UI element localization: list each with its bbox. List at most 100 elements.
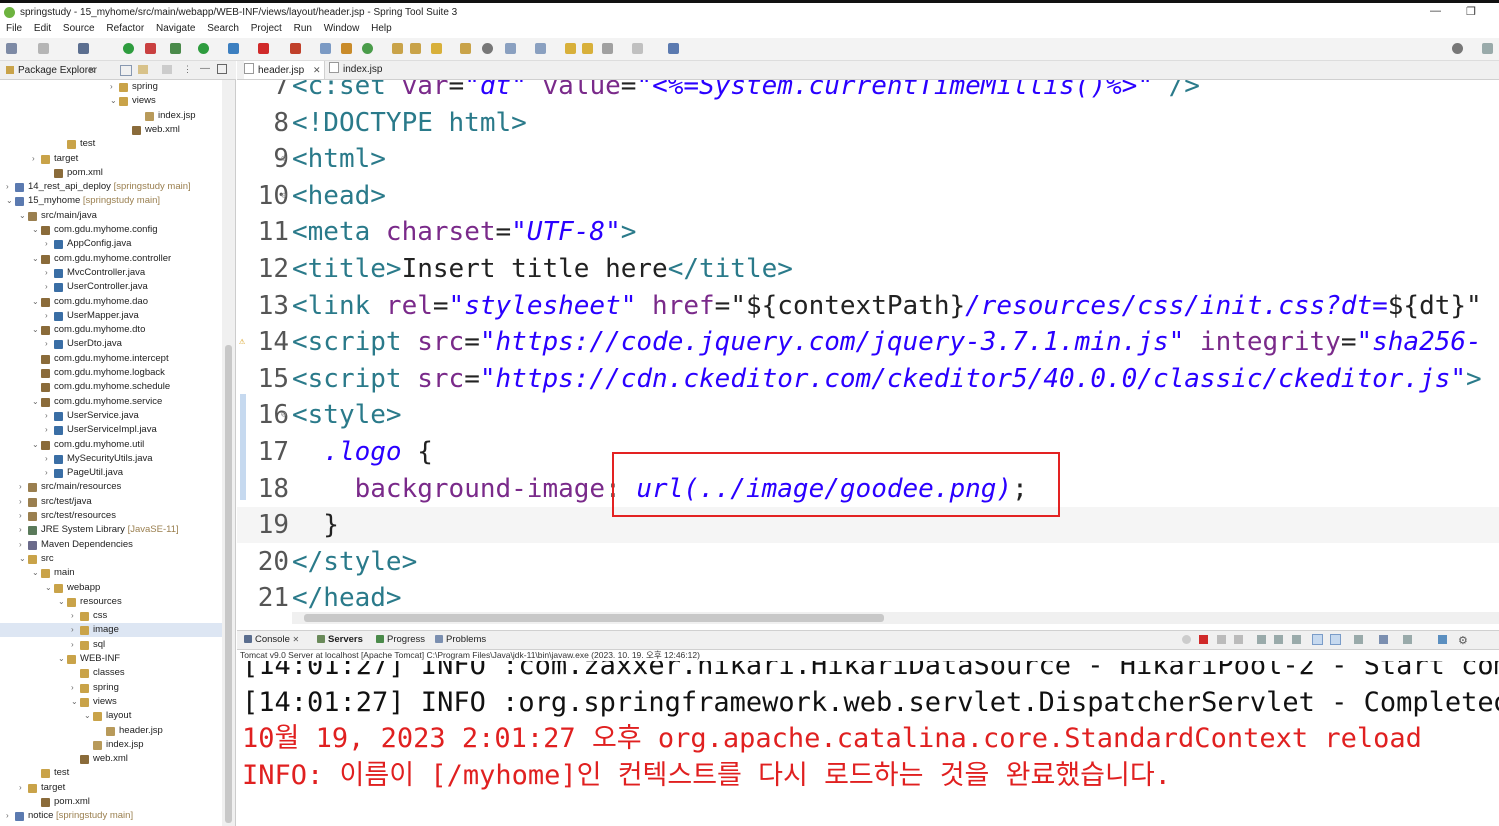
search-icon[interactable] xyxy=(1452,43,1463,54)
code-line[interactable]: 15 <script src="https://cdn.ckeditor.com/… xyxy=(237,361,1499,397)
code-editor[interactable]: 7 <c:set var="dt" value="<%=System.curren… xyxy=(237,80,1499,612)
save-icon[interactable] xyxy=(38,43,49,54)
tree-item[interactable]: › JRE System Library [JavaSE-11] xyxy=(0,523,222,537)
restart-icon[interactable] xyxy=(1182,635,1191,644)
menu-navigate[interactable]: Navigate xyxy=(156,22,195,36)
tree-scrollbar[interactable] xyxy=(222,80,235,826)
gear-icon[interactable]: ⚙ xyxy=(1458,634,1468,647)
tree-item[interactable]: ⌄ com.gdu.myhome.controller xyxy=(0,252,222,266)
code-line[interactable]: 14 ⚠ <script src="https://code.jquery.com/… xyxy=(237,324,1499,360)
editor-horizontal-scrollbar[interactable] xyxy=(292,612,1499,624)
chevron-down-icon[interactable]: ⌄ xyxy=(32,252,40,266)
tab-index-jsp[interactable]: index.jsp xyxy=(329,61,389,79)
tree-item[interactable]: ⌄ resources xyxy=(0,595,222,609)
chevron-right-icon[interactable]: › xyxy=(71,681,79,695)
show-on-stderr-icon[interactable] xyxy=(1330,634,1341,645)
tree-item[interactable]: web.xml xyxy=(0,752,222,766)
restore-button[interactable]: ❐ xyxy=(1466,5,1476,18)
chevron-right-icon[interactable]: › xyxy=(19,495,27,509)
chevron-right-icon[interactable]: › xyxy=(71,623,79,637)
tree-item[interactable]: › src/test/resources xyxy=(0,509,222,523)
search-toolbar-icon[interactable] xyxy=(431,43,442,54)
chevron-right-icon[interactable]: › xyxy=(71,638,79,652)
tree-item[interactable]: › target xyxy=(0,781,222,795)
fold-icon[interactable]: ⊖ xyxy=(281,397,286,433)
chevron-down-icon[interactable]: ⌄ xyxy=(32,295,40,309)
tree-item[interactable]: › UserController.java xyxy=(0,280,222,294)
chevron-right-icon[interactable]: › xyxy=(45,423,53,437)
clear-console-icon[interactable] xyxy=(1257,635,1266,644)
new-package-icon[interactable] xyxy=(341,43,352,54)
console-output[interactable]: [14:01:27] INFO :com.zaxxer.hikari.Hikar… xyxy=(237,661,1499,826)
link-editor-icon[interactable] xyxy=(138,65,148,74)
code-line[interactable]: 10 ⊖ <head> xyxy=(237,178,1499,214)
open-task-icon[interactable] xyxy=(410,43,421,54)
chevron-down-icon[interactable]: ⌄ xyxy=(45,581,53,595)
view-menu-icon[interactable]: ⋮ xyxy=(183,64,192,75)
tab-progress[interactable]: Progress xyxy=(376,634,425,645)
tree-item[interactable]: header.jsp xyxy=(0,724,222,738)
new-icon[interactable] xyxy=(6,43,17,54)
menu-search[interactable]: Search xyxy=(207,22,239,36)
chevron-down-icon[interactable]: ⌄ xyxy=(32,223,40,237)
tree-item[interactable]: ⌄ views xyxy=(0,94,222,108)
chevron-right-icon[interactable]: › xyxy=(45,452,53,466)
new-class-icon[interactable] xyxy=(362,43,373,54)
tree-item[interactable]: ⌄ webapp xyxy=(0,581,222,595)
tree-item[interactable]: › src/main/resources xyxy=(0,480,222,494)
tree-item[interactable]: ⌄ com.gdu.myhome.dto xyxy=(0,323,222,337)
tab-header-jsp[interactable]: header.jsp ✕ xyxy=(244,61,325,79)
last-edit-icon[interactable] xyxy=(565,43,576,54)
tree-item[interactable]: ⌄ src/main/java xyxy=(0,209,222,223)
chevron-down-icon[interactable]: ⌄ xyxy=(32,395,40,409)
debug-icon[interactable] xyxy=(170,43,181,54)
open-console-icon[interactable] xyxy=(1403,635,1412,644)
chevron-down-icon[interactable]: ⌄ xyxy=(110,94,118,108)
tree-item[interactable]: › target xyxy=(0,152,222,166)
tab-console[interactable]: Console ✕ xyxy=(244,634,299,645)
chevron-right-icon[interactable]: › xyxy=(32,152,40,166)
chevron-right-icon[interactable]: › xyxy=(6,809,14,823)
menu-file[interactable]: File xyxy=(6,22,22,36)
tree-item[interactable]: › 14_rest_api_deploy [springstudy main] xyxy=(0,180,222,194)
stop-icon[interactable] xyxy=(258,43,269,54)
tree-item[interactable]: index.jsp xyxy=(0,738,222,752)
tree-item[interactable]: com.gdu.myhome.logback xyxy=(0,366,222,380)
minimize-view-icon[interactable]: — xyxy=(200,63,210,74)
run-icon[interactable] xyxy=(198,43,209,54)
tree-item[interactable]: ⌄ com.gdu.myhome.config xyxy=(0,223,222,237)
perspective-icon[interactable] xyxy=(1482,43,1493,54)
menu-project[interactable]: Project xyxy=(251,22,282,36)
code-line[interactable]: 12 <title>Insert title here</title> xyxy=(237,251,1499,287)
tree-item[interactable]: › UserService.java xyxy=(0,409,222,423)
prev-annotation-icon[interactable] xyxy=(535,43,546,54)
collapse-all-icon[interactable] xyxy=(120,65,132,76)
tree-item[interactable]: ⌄ com.gdu.myhome.util xyxy=(0,438,222,452)
maximize-view-icon[interactable] xyxy=(217,64,227,74)
open-folder-icon[interactable] xyxy=(460,43,471,54)
tree-item[interactable]: pom.xml xyxy=(0,166,222,180)
chevron-right-icon[interactable]: › xyxy=(45,280,53,294)
warning-icon[interactable]: ⚠ xyxy=(239,324,245,360)
tree-scrollbar-thumb[interactable] xyxy=(225,345,232,823)
tree-item[interactable]: › notice [springstudy main] xyxy=(0,809,222,823)
remove-all-icon[interactable] xyxy=(1234,635,1243,644)
remove-launch-icon[interactable] xyxy=(1217,635,1226,644)
boot-dashboard-icon[interactable] xyxy=(123,43,134,54)
chevron-down-icon[interactable]: ⌄ xyxy=(19,209,27,223)
scroll-lock-icon[interactable] xyxy=(1274,635,1283,644)
menu-help[interactable]: Help xyxy=(371,22,392,36)
package-explorer-tab[interactable]: Package Explorer ✕ ⋮ — xyxy=(0,61,236,80)
chevron-down-icon[interactable]: ⌄ xyxy=(32,438,40,452)
tree-item[interactable]: ⌄ WEB-INF xyxy=(0,652,222,666)
code-line[interactable]: 16 ⊖ <style> xyxy=(237,397,1499,433)
chevron-down-icon[interactable]: ⌄ xyxy=(58,652,66,666)
fold-icon[interactable]: ⊖ xyxy=(281,141,286,177)
word-wrap-icon[interactable] xyxy=(1292,635,1301,644)
tree-item[interactable]: › PageUtil.java xyxy=(0,466,222,480)
open-perspective-icon[interactable] xyxy=(668,43,679,54)
chevron-right-icon[interactable]: › xyxy=(45,237,53,251)
menu-window[interactable]: Window xyxy=(324,22,360,36)
skip-icon[interactable] xyxy=(145,43,156,54)
terminal-icon[interactable] xyxy=(78,43,89,54)
